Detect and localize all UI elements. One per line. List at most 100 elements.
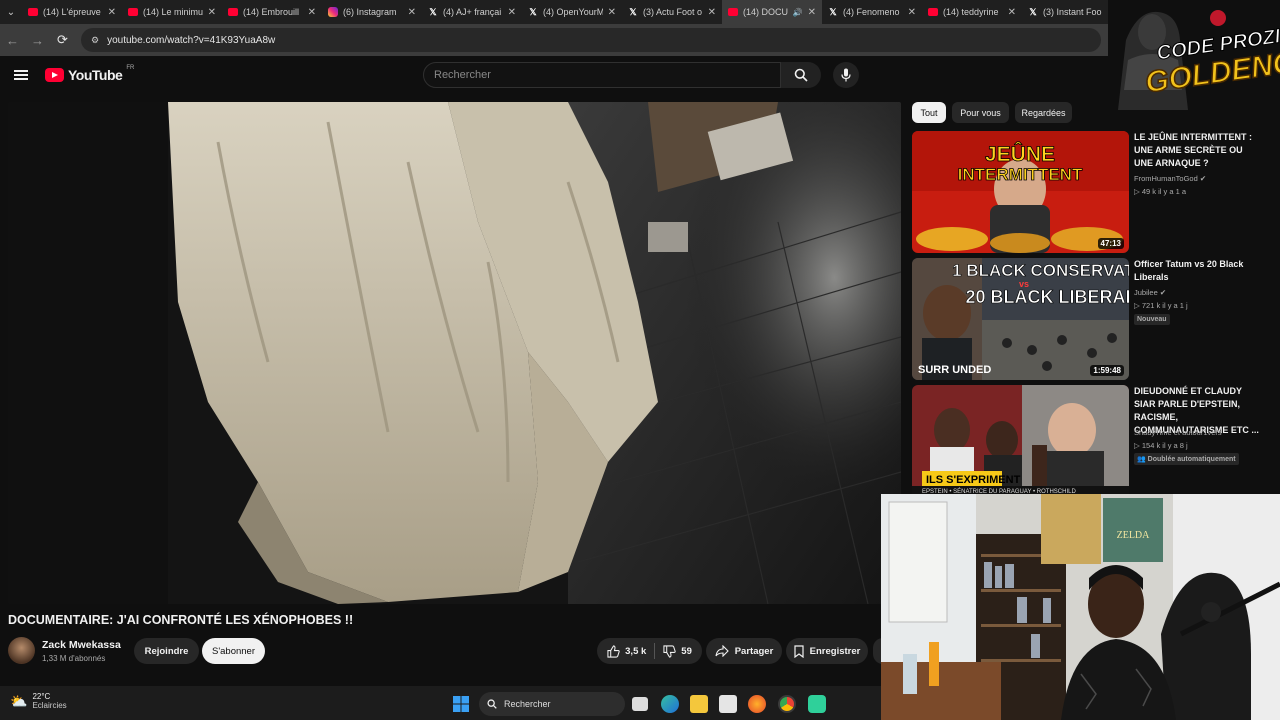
like-dislike-group: 3,5 k 59 [597,638,702,664]
close-icon[interactable]: ✕ [508,7,516,18]
voice-search-button[interactable] [833,62,859,88]
channel-avatar[interactable] [8,637,35,664]
tab-label: (4) OpenYourM [543,7,603,17]
close-icon[interactable]: ✕ [908,7,916,18]
video-player[interactable] [8,102,901,604]
browser-tab[interactable]: (14) Le minimu ✕ [122,0,222,24]
filter-chip-watched[interactable]: Regardées [1015,102,1072,123]
recommendation-item[interactable]: 1 BLACK CONSERVATIVE vs 20 BLACK LIBERAL… [912,258,1272,380]
recommendation-item[interactable]: JEÛNE INTERMITTENT 47:13 LE JEÛNE INTERM… [912,131,1272,253]
search-input[interactable]: Rechercher [423,62,781,88]
close-icon[interactable]: ✕ [308,7,316,18]
browser-tab[interactable]: 𝕏(3) Instant Foo✕ [1022,0,1122,24]
recommendation-title[interactable]: Officer Tatum vs 20 Black Liberals [1134,258,1262,284]
close-icon[interactable]: ✕ [608,7,616,18]
filter-chip-for-you[interactable]: Pour vous [952,102,1009,123]
task-view-icon[interactable] [632,697,648,711]
webcam-feed: ZELDA [881,494,1280,720]
channel-name[interactable]: Zack Mwekassa [42,639,121,651]
edge-icon[interactable] [661,695,679,713]
taskbar-search[interactable]: Rechercher [479,692,625,716]
video-thumbnail[interactable]: JEÛNE INTERMITTENT 47:13 [912,131,1129,253]
stream-overlay-logo: CODE PROZIS GOLDENG [1108,0,1280,110]
instagram-icon [328,7,338,17]
share-button[interactable]: Partager [706,638,782,664]
new-badge: Nouveau [1134,314,1170,325]
recommendation-channel[interactable]: Jubilee ✔ [1134,286,1166,299]
youtube-play-icon [45,68,64,82]
video-thumbnail[interactable]: 1 BLACK CONSERVATIVE vs 20 BLACK LIBERAL… [912,258,1129,380]
dislike-button[interactable]: 59 [655,638,700,664]
youtube-icon [228,8,238,16]
video-thumbnail[interactable]: ILS S'EXPRIMENT EPSTEIN • SÉNATRICE DU P… [912,385,1129,495]
browser-tab[interactable]: (6) Instagram ✕ [322,0,422,24]
tab-search-chevron-icon[interactable]: ⌄ [0,0,22,24]
close-icon[interactable]: ✕ [1008,7,1016,18]
browser-tab-active[interactable]: (14) DOCUI 🔊 ✕ [722,0,822,24]
video-frame [8,102,901,604]
close-icon[interactable]: ✕ [708,7,716,18]
x-icon: 𝕏 [429,6,437,17]
dislike-count: 59 [681,645,692,657]
windows-start-icon[interactable] [452,695,470,713]
browser-tab[interactable]: (14) L'épreuve ✕ [22,0,122,24]
overlay-graphic: CODE PROZIS GOLDENG [1108,0,1280,110]
join-button[interactable]: Rejoindre [134,638,199,664]
save-button[interactable]: Enregistrer [786,638,868,664]
search-button[interactable] [781,62,821,88]
menu-icon[interactable] [14,70,28,80]
video-title: DOCUMENTAIRE: J'AI CONFRONTÉ LES XÉNOPHO… [8,613,354,627]
close-icon[interactable]: ✕ [408,7,416,18]
browser-tab[interactable]: 𝕏 (3) Actu Foot o ✕ [622,0,722,24]
url-bar[interactable]: ⚙ youtube.com/watch?v=41K93YuaA8w [81,28,1101,52]
thumbnail-text: ILS S'EXPRIMENT [926,474,1021,486]
share-label: Partager [734,645,774,657]
thumbnail-text: 1 BLACK CONSERVATIVE [952,261,1129,280]
firefox-icon[interactable] [748,695,766,713]
browser-tab[interactable]: 𝕏 (4) OpenYourM ✕ [522,0,622,24]
thumbnail-image: 1 BLACK CONSERVATIVE vs 20 BLACK LIBERAL… [912,258,1129,380]
store-icon[interactable] [719,695,737,713]
browser-tab[interactable]: (14) Embrouill ✕ [222,0,322,24]
like-button[interactable]: 3,5 k [599,638,654,664]
filter-chip-all[interactable]: Tout [912,102,946,123]
file-explorer-icon[interactable] [690,695,708,713]
duration-badge: 1:59:48 [1090,365,1124,376]
close-icon[interactable]: ✕ [808,7,816,18]
tab-label: (3) Instant Foo [1043,7,1102,17]
tab-label: (4) AJ+ françai [443,7,502,17]
recommendation-item[interactable]: ILS S'EXPRIMENT EPSTEIN • SÉNATRICE DU P… [912,385,1272,495]
youtube-icon [928,8,938,16]
app-icon[interactable] [808,695,826,713]
bookmark-icon [794,644,804,658]
browser-tab[interactable]: 𝕏 (4) Fenomeno ✕ [822,0,922,24]
search-icon [794,68,808,82]
youtube-logo[interactable]: YouTube FR [45,65,134,83]
close-icon[interactable]: ✕ [108,7,116,18]
url-text: youtube.com/watch?v=41K93YuaA8w [107,34,276,46]
site-settings-icon[interactable]: ⚙ [91,35,99,46]
browser-tab[interactable]: 𝕏 (4) AJ+ françai ✕ [422,0,522,24]
chrome-icon[interactable] [778,695,796,713]
browser-tab-strip: ⌄ (14) L'épreuve ✕ (14) Le minimu ✕ (14) E… [0,0,1280,24]
duration-badge: 47:13 [1097,238,1124,249]
speaker-icon[interactable]: 🔊 [793,8,803,17]
thumbnail-image: JEÛNE INTERMITTENT [912,131,1129,253]
search-placeholder: Rechercher [434,69,491,81]
recommendation-channel[interactable]: ShadyTime et autour1vers [1134,426,1222,439]
microphone-icon [841,68,851,82]
weather-widget[interactable]: ⛅ 22°C Eclaircies [10,692,67,710]
recommendation-title[interactable]: LE JEÛNE INTERMITTENT : UNE ARME SECRÈTE… [1134,131,1262,170]
back-arrow-icon[interactable]: ← [0,33,25,48]
reload-icon[interactable]: ⟳ [50,32,75,48]
thumbnail-text: SURR UNDED [918,364,991,376]
recommendation-channel[interactable]: FromHumanToGod ✔ [1134,172,1206,185]
forward-arrow-icon[interactable]: → [25,33,50,48]
thumbs-down-icon [663,644,676,658]
tab-label: (4) Fenomeno [843,7,900,17]
badge-label: Doublée automatiquement [1147,456,1236,463]
subscribe-button[interactable]: S'abonner [202,638,265,664]
close-icon[interactable]: ✕ [208,7,216,18]
dubbed-icon: 👥 [1137,456,1146,463]
browser-tab[interactable]: (14) teddyrine ✕ [922,0,1022,24]
